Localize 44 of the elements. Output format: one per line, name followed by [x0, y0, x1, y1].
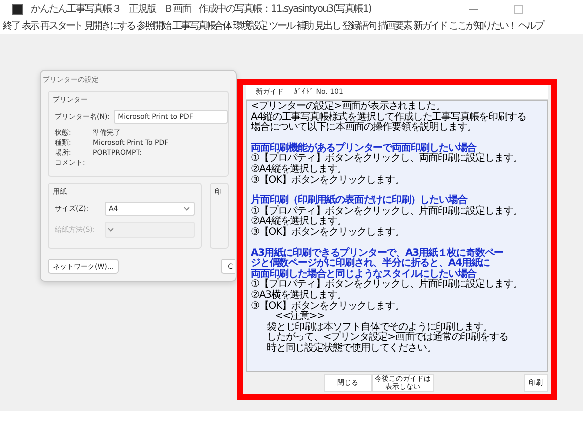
guide-text: ③【OK】ボタンをクリックします。: [251, 228, 406, 239]
menu-item[interactable]: 表示: [22, 19, 39, 33]
guide-text: A4縦の工事写真帳様式を選択して作成した工事写真帳を印刷する: [251, 112, 528, 123]
window-title: かんたん工事写真帳３: [31, 2, 121, 16]
guide-heading: ジと偶数ページがに印刷され、半分に折ると、A4用紙に: [251, 259, 492, 270]
guide-text: ③【OK】ボタンをクリックします。: [251, 176, 406, 186]
menu-item[interactable]: 登録語句: [342, 19, 376, 33]
guide-text: ③【OK】ボタンをクリックします。: [251, 302, 406, 312]
menu-item[interactable]: ここが知りたい！: [449, 19, 516, 33]
guide-text: 場合について以下に本画面の操作要領を説明します。: [251, 123, 478, 134]
menu-item[interactable]: 見開きにする: [84, 19, 136, 33]
menu-item[interactable]: 描画要素: [378, 19, 412, 33]
menu-item[interactable]: 環境設定: [233, 19, 268, 33]
guide-text: ①【プロパティ】ボタンをクリックし、両面印刷に設定します。: [251, 154, 524, 164]
window-title: 正規版: [129, 3, 156, 16]
guide-heading: 両面印刷機能があるプリンターで両面印刷したい場合: [251, 144, 477, 154]
menu-item[interactable]: 新ガイド: [414, 19, 448, 33]
window-title: 作成中の写真帳：11.syasintyou3(写真帳1): [199, 2, 372, 16]
chevron-icon: [108, 226, 114, 232]
maximize-icon[interactable]: [514, 4, 523, 14]
guide-heading: A3用紙に印刷できるプリンターで、A3用紙１枚に奇数ペー: [251, 248, 505, 259]
menu-item[interactable]: 補助: [296, 19, 314, 33]
menu-item[interactable]: ヘルプ: [518, 19, 544, 33]
minimize-icon[interactable]: [469, 8, 478, 10]
guide-text: 時と同じ設定状態で使用してください。: [267, 344, 438, 354]
guide-text: ②A4縦を選択します。: [251, 164, 348, 175]
guide-text: したがって、<プリンタ設定>画面では通常の印刷をする: [267, 333, 510, 344]
guide-text: 袋とじ印刷は本ソフト自体でそのように印刷します。: [267, 322, 493, 333]
menu-item[interactable]: 見出し: [315, 19, 340, 33]
window-title: Ｂ画面: [164, 3, 191, 16]
menu-item[interactable]: 再スタート: [40, 19, 83, 33]
guide-text: <<注意>>: [275, 312, 325, 322]
guide-text: ②A3横を選択します。: [251, 290, 348, 301]
guide-heading: 両面印刷した場合と同じようなスタイルにしたい場合: [251, 270, 477, 280]
guide-text: ②A4縦を選択します。: [251, 217, 348, 228]
menu-item[interactable]: ツール: [269, 19, 294, 33]
app-icon: [12, 4, 23, 14]
menu-item[interactable]: 終了: [3, 19, 20, 33]
menu-item[interactable]: 工事写真帳合体: [172, 19, 232, 33]
chevron-icon: [184, 205, 190, 211]
guide-text: ①【プロパティ】ボタンをクリックし、片面印刷に設定します。: [251, 280, 524, 290]
guide-heading: 片面印刷（印刷用紙の表面だけに印刷）したい場合: [251, 196, 468, 206]
guide-text: ①【プロパティ】ボタンをクリックし、片面印刷に設定します。: [251, 206, 524, 217]
menu-item[interactable]: 参照開始: [137, 19, 171, 33]
